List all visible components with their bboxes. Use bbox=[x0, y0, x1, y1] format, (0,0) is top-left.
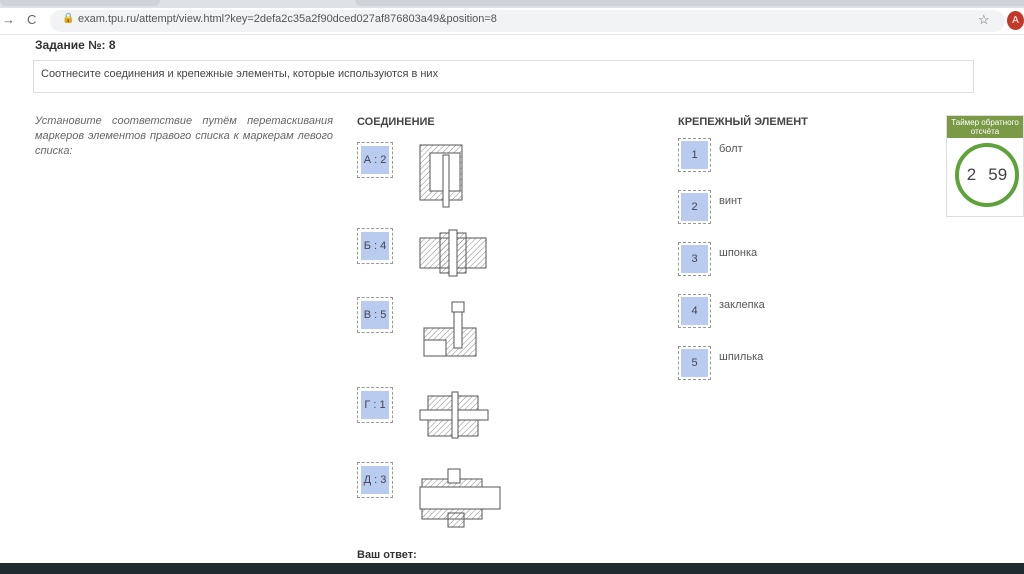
marker-label: Г : 1 bbox=[361, 391, 389, 419]
right-marker-2[interactable]: 2 bbox=[678, 190, 711, 224]
connection-drawing-e bbox=[419, 468, 501, 528]
marker-label: Б : 4 bbox=[361, 232, 389, 260]
left-marker-d[interactable]: Г : 1 bbox=[357, 387, 393, 423]
question-text: Соотнесите соединения и крепежные элемен… bbox=[41, 68, 439, 80]
avatar[interactable]: A bbox=[1007, 11, 1024, 30]
url-text[interactable]: exam.tpu.ru/attempt/view.html?key=2defa2… bbox=[78, 13, 497, 25]
left-marker-e[interactable]: Д : 3 bbox=[357, 462, 393, 498]
os-taskbar bbox=[0, 563, 1024, 574]
left-marker-b[interactable]: Б : 4 bbox=[357, 228, 393, 264]
answer-label: Ваш ответ: bbox=[357, 549, 417, 561]
instruction-text: Установите соответствие путём перетаскив… bbox=[35, 115, 333, 157]
left-marker-a[interactable]: А : 2 bbox=[357, 142, 393, 178]
timer-minutes: 2 bbox=[966, 165, 977, 184]
right-marker-4[interactable]: 4 bbox=[678, 294, 711, 328]
marker-label: В : 5 bbox=[361, 301, 389, 329]
marker-number: 5 bbox=[681, 349, 708, 377]
connection-drawing-c bbox=[423, 301, 477, 357]
marker-label: А : 2 bbox=[361, 146, 389, 174]
star-icon[interactable]: ☆ bbox=[978, 12, 990, 28]
right-marker-1[interactable]: 1 bbox=[678, 138, 711, 172]
marker-number: 3 bbox=[681, 245, 708, 273]
fastener-label: заклепка bbox=[719, 299, 765, 311]
left-marker-c[interactable]: В : 5 bbox=[357, 297, 393, 333]
timer-title: Таймер обратного отсчёта bbox=[947, 116, 1023, 138]
reload-icon[interactable]: C bbox=[27, 12, 36, 27]
left-column-header: СОЕДИНЕНИЕ bbox=[357, 116, 435, 128]
connection-drawing-b bbox=[419, 229, 487, 277]
forward-icon[interactable]: → bbox=[2, 12, 15, 27]
marker-number: 4 bbox=[681, 297, 708, 325]
countdown-timer: Таймер обратного отсчёта 2 59 bbox=[946, 115, 1024, 217]
lock-icon: 🔒 bbox=[62, 13, 75, 24]
fastener-label: болт bbox=[719, 143, 743, 155]
task-title: Задание №: 8 bbox=[35, 38, 116, 52]
right-column-header: КРЕПЕЖНЫЙ ЭЛЕМЕНТ bbox=[678, 116, 808, 128]
connection-drawing-a bbox=[419, 144, 463, 208]
browser-tab-strip bbox=[0, 0, 1024, 8]
timer-ring: 2 59 bbox=[955, 143, 1019, 207]
timer-seconds: 59 bbox=[988, 165, 1008, 184]
marker-number: 2 bbox=[681, 193, 708, 221]
fastener-label: винт bbox=[719, 195, 743, 207]
marker-label: Д : 3 bbox=[361, 466, 389, 494]
connection-drawing-d bbox=[419, 391, 489, 439]
right-marker-3[interactable]: 3 bbox=[678, 242, 711, 276]
fastener-label: шпилька bbox=[719, 351, 764, 363]
right-marker-5[interactable]: 5 bbox=[678, 346, 711, 380]
fastener-label: шпонка bbox=[719, 247, 758, 259]
marker-number: 1 bbox=[681, 141, 708, 169]
